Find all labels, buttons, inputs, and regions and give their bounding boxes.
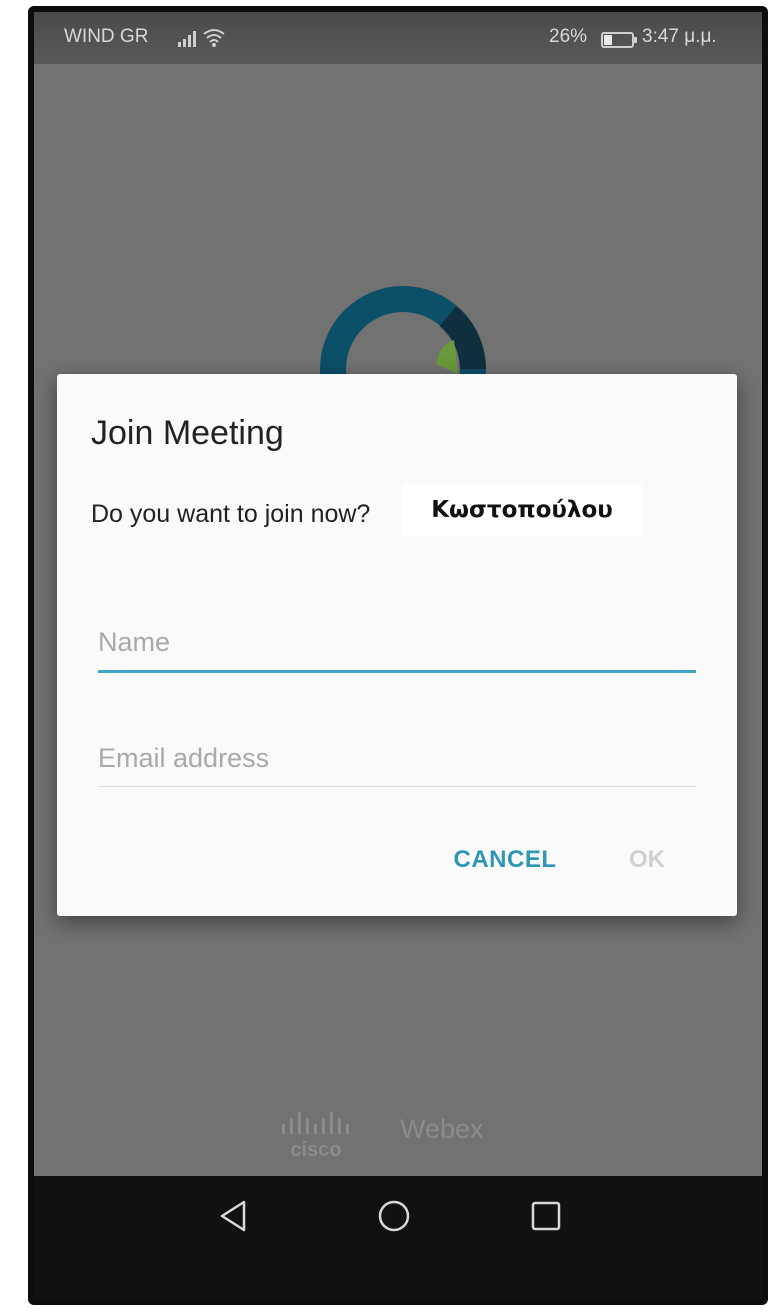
dialog-title: Join Meeting bbox=[91, 414, 284, 452]
clock: 3:47 μ.μ. bbox=[642, 26, 717, 47]
brand-footer: cisco Webex bbox=[274, 1104, 534, 1164]
signal-icon bbox=[178, 31, 196, 47]
status-bar: WIND GR 26% 3:47 μ.μ. bbox=[34, 12, 762, 64]
navigation-bar bbox=[34, 1176, 762, 1299]
cisco-logo-icon: cisco bbox=[282, 1112, 349, 1161]
email-input[interactable] bbox=[98, 734, 696, 782]
ok-button[interactable]: OK bbox=[619, 838, 675, 882]
join-meeting-dialog: Join Meeting Do you want to join now? Κω… bbox=[57, 374, 737, 916]
name-input[interactable] bbox=[98, 618, 696, 666]
battery-percent: 26% bbox=[549, 26, 588, 47]
back-triangle-icon[interactable] bbox=[214, 1196, 254, 1236]
recent-square-icon[interactable] bbox=[526, 1196, 566, 1236]
screen: WIND GR 26% 3:47 μ.μ. Join Meeting Do yo… bbox=[34, 12, 762, 1299]
phone-frame: WIND GR 26% 3:47 μ.μ. Join Meeting Do yo… bbox=[28, 6, 768, 1305]
cancel-button[interactable]: CANCEL bbox=[440, 838, 570, 882]
carrier-name: WIND GR bbox=[64, 26, 149, 47]
dialog-message: Do you want to join now? bbox=[91, 500, 371, 528]
home-circle-icon[interactable] bbox=[374, 1196, 414, 1236]
webex-text: Webex bbox=[400, 1114, 484, 1144]
battery-icon bbox=[601, 32, 637, 48]
wifi-icon bbox=[203, 29, 225, 47]
host-name-label: Κωστοπούλου bbox=[402, 484, 642, 536]
cisco-wordmark: cisco bbox=[290, 1139, 341, 1161]
email-field[interactable] bbox=[98, 734, 696, 787]
name-field[interactable] bbox=[98, 618, 696, 673]
